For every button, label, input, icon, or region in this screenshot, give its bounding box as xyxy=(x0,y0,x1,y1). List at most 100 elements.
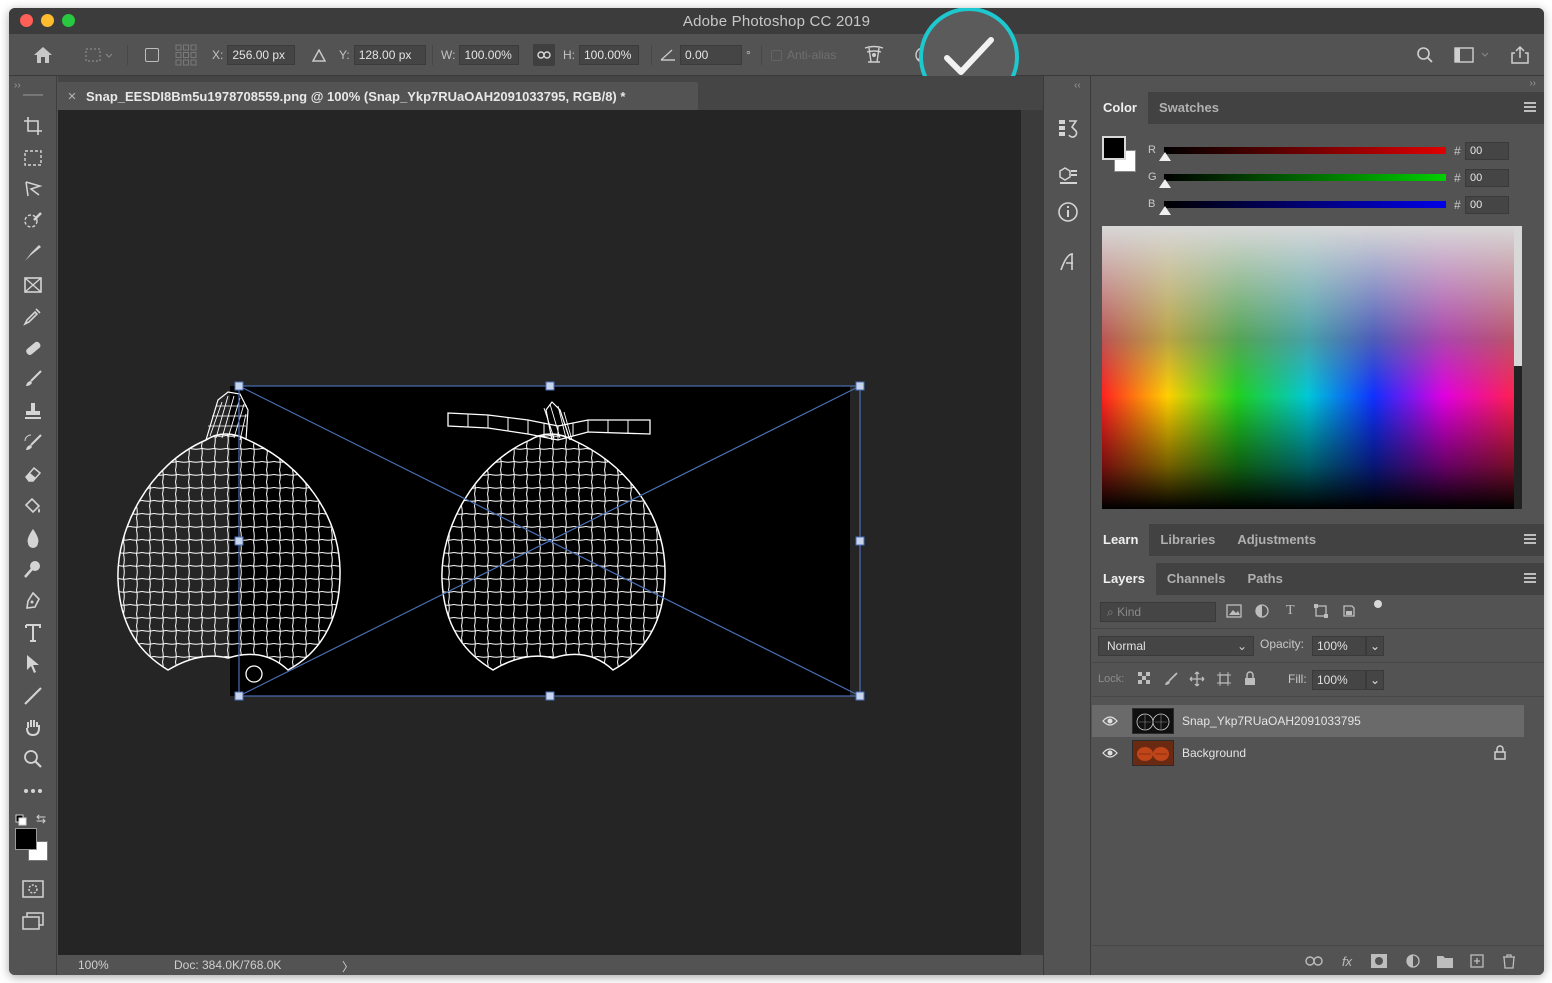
red-slider[interactable]: R # 00 xyxy=(1142,142,1512,164)
layers-panel-menu-icon[interactable] xyxy=(1524,573,1536,583)
panels-collapse-icon[interactable]: ›› xyxy=(1529,78,1536,89)
tab-learn[interactable]: Learn xyxy=(1092,524,1150,556)
tab-color[interactable]: Color xyxy=(1092,92,1148,124)
eyedropper-tool-icon[interactable] xyxy=(19,303,47,329)
zoom-level[interactable]: 100% xyxy=(78,958,109,972)
green-slider[interactable]: G # 00 xyxy=(1142,169,1512,191)
relative-position-icon[interactable] xyxy=(311,34,327,76)
line-tool-icon[interactable] xyxy=(19,683,47,709)
new-layer-icon[interactable] xyxy=(1468,953,1486,969)
tab-swatches[interactable]: Swatches xyxy=(1148,92,1230,124)
paint-bucket-tool-icon[interactable] xyxy=(19,493,47,519)
opacity-dropdown-arrow[interactable]: ⌄ xyxy=(1366,636,1384,656)
lock-position-icon[interactable] xyxy=(1189,671,1205,692)
link-layers-icon[interactable] xyxy=(1305,953,1323,969)
add-mask-icon[interactable] xyxy=(1370,953,1388,969)
brush-tool-icon[interactable] xyxy=(19,366,47,392)
rotate-angle-field[interactable]: 0.00 xyxy=(680,45,742,65)
dock-collapse-icon[interactable]: ‹‹ xyxy=(1074,80,1081,91)
y-position-field[interactable]: 128.00 px xyxy=(353,45,426,65)
more-tools-icon[interactable] xyxy=(19,778,47,804)
tab-paths[interactable]: Paths xyxy=(1236,563,1293,595)
document-info[interactable]: Doc: 384.0K/768.0K xyxy=(174,958,281,972)
width-field[interactable]: 100.00% xyxy=(459,45,520,65)
lock-transparent-icon[interactable] xyxy=(1138,672,1152,691)
quick-selection-tool-icon[interactable] xyxy=(19,208,47,234)
history-brush-tool-icon[interactable] xyxy=(19,430,47,456)
reference-point-grid-icon[interactable] xyxy=(174,34,198,76)
color-foreground-swatch[interactable] xyxy=(1102,136,1126,160)
green-value-field[interactable]: 00 xyxy=(1465,169,1509,187)
eraser-tool-icon[interactable] xyxy=(19,461,47,487)
lock-icon[interactable] xyxy=(1494,745,1506,763)
lock-image-pixels-icon[interactable] xyxy=(1164,672,1178,691)
lock-all-icon[interactable] xyxy=(1244,671,1256,691)
layer-name[interactable]: Snap_Ykp7RUaOAH2091033795 xyxy=(1182,714,1361,728)
color-spectrum-picker[interactable] xyxy=(1102,226,1522,509)
layer-row-snap[interactable]: Snap_Ykp7RUaOAH2091033795 xyxy=(1092,705,1524,737)
toolbar-collapse-icon[interactable]: ›› xyxy=(14,80,21,91)
layer-style-fx-icon[interactable]: fx xyxy=(1338,953,1356,969)
lasso-tool-icon[interactable] xyxy=(19,176,47,202)
healing-brush-tool-icon[interactable] xyxy=(19,335,47,361)
layer-kind-filter[interactable]: ⌕ Kind xyxy=(1100,602,1216,622)
transform-preset-icon[interactable] xyxy=(81,34,117,76)
type-tool-icon[interactable] xyxy=(19,620,47,646)
properties-panel-icon[interactable] xyxy=(1054,162,1082,190)
blend-mode-dropdown[interactable]: Normal ⌄ xyxy=(1098,636,1254,656)
new-adjustment-layer-icon[interactable] xyxy=(1404,953,1422,969)
quick-mask-icon[interactable] xyxy=(19,876,47,902)
tab-layers[interactable]: Layers xyxy=(1092,563,1156,595)
shape-layer-filter-icon[interactable] xyxy=(1314,604,1328,623)
reference-point-checkbox[interactable] xyxy=(143,34,161,76)
tab-channels[interactable]: Channels xyxy=(1156,563,1237,595)
adjustment-layer-filter-icon[interactable] xyxy=(1255,604,1269,623)
workspace-switcher-icon[interactable] xyxy=(1453,34,1493,76)
anti-alias-checkbox[interactable] xyxy=(771,49,782,61)
crop-tool-icon[interactable] xyxy=(19,113,47,139)
search-icon[interactable] xyxy=(1414,34,1436,76)
delete-layer-trash-icon[interactable] xyxy=(1500,953,1518,969)
x-position-field[interactable]: 256.00 px xyxy=(227,45,296,65)
green-slider-thumb[interactable] xyxy=(1159,179,1171,188)
pen-tool-icon[interactable] xyxy=(19,588,47,614)
red-slider-thumb[interactable] xyxy=(1159,152,1171,161)
type-layer-filter-icon[interactable]: T xyxy=(1286,603,1295,619)
learn-panel-menu-icon[interactable] xyxy=(1524,534,1536,544)
document-tab[interactable]: × Snap_EESDI8Bm5u1978708559.png @ 100% (… xyxy=(58,82,698,110)
home-icon[interactable] xyxy=(31,34,55,76)
hand-tool-icon[interactable] xyxy=(19,714,47,740)
blue-slider[interactable]: B # 00 xyxy=(1142,196,1512,218)
spectrum-scrollbar[interactable] xyxy=(1514,226,1522,509)
new-group-folder-icon[interactable] xyxy=(1436,953,1454,969)
color-panel-menu-icon[interactable] xyxy=(1524,102,1536,112)
blue-slider-thumb[interactable] xyxy=(1159,206,1171,215)
clone-stamp-tool-icon[interactable] xyxy=(19,398,47,424)
red-gradient-bar[interactable] xyxy=(1164,147,1446,154)
fill-field[interactable]: 100% xyxy=(1312,670,1366,690)
blue-gradient-bar[interactable] xyxy=(1164,201,1446,208)
swap-colors-icon[interactable]: ⇆ xyxy=(36,812,46,826)
tab-libraries[interactable]: Libraries xyxy=(1149,524,1226,556)
fill-dropdown-arrow[interactable]: ⌄ xyxy=(1366,670,1384,690)
history-panel-icon[interactable] xyxy=(1054,114,1082,142)
visibility-eye-icon[interactable] xyxy=(1102,715,1118,730)
blue-value-field[interactable]: 00 xyxy=(1465,196,1509,214)
layer-row-background[interactable]: Background xyxy=(1092,737,1524,769)
opacity-field[interactable]: 100% xyxy=(1312,636,1366,656)
lock-artboard-icon[interactable] xyxy=(1216,671,1232,692)
tab-adjustments[interactable]: Adjustments xyxy=(1226,524,1327,556)
status-menu-arrow[interactable]: 〉 xyxy=(342,958,354,975)
zoom-tool-icon[interactable] xyxy=(19,746,47,772)
document-canvas[interactable] xyxy=(58,110,1021,955)
link-proportions-icon[interactable] xyxy=(533,34,555,76)
blur-tool-icon[interactable] xyxy=(19,525,47,551)
path-selection-tool-icon[interactable] xyxy=(19,651,47,677)
close-document-icon[interactable]: × xyxy=(58,88,86,105)
glyphs-panel-icon[interactable] xyxy=(1054,248,1082,276)
share-icon[interactable] xyxy=(1509,34,1531,76)
layer-name[interactable]: Background xyxy=(1182,746,1246,760)
info-panel-icon[interactable] xyxy=(1054,198,1082,226)
warp-mode-icon[interactable] xyxy=(861,34,887,76)
pixel-layer-filter-icon[interactable] xyxy=(1226,604,1242,623)
